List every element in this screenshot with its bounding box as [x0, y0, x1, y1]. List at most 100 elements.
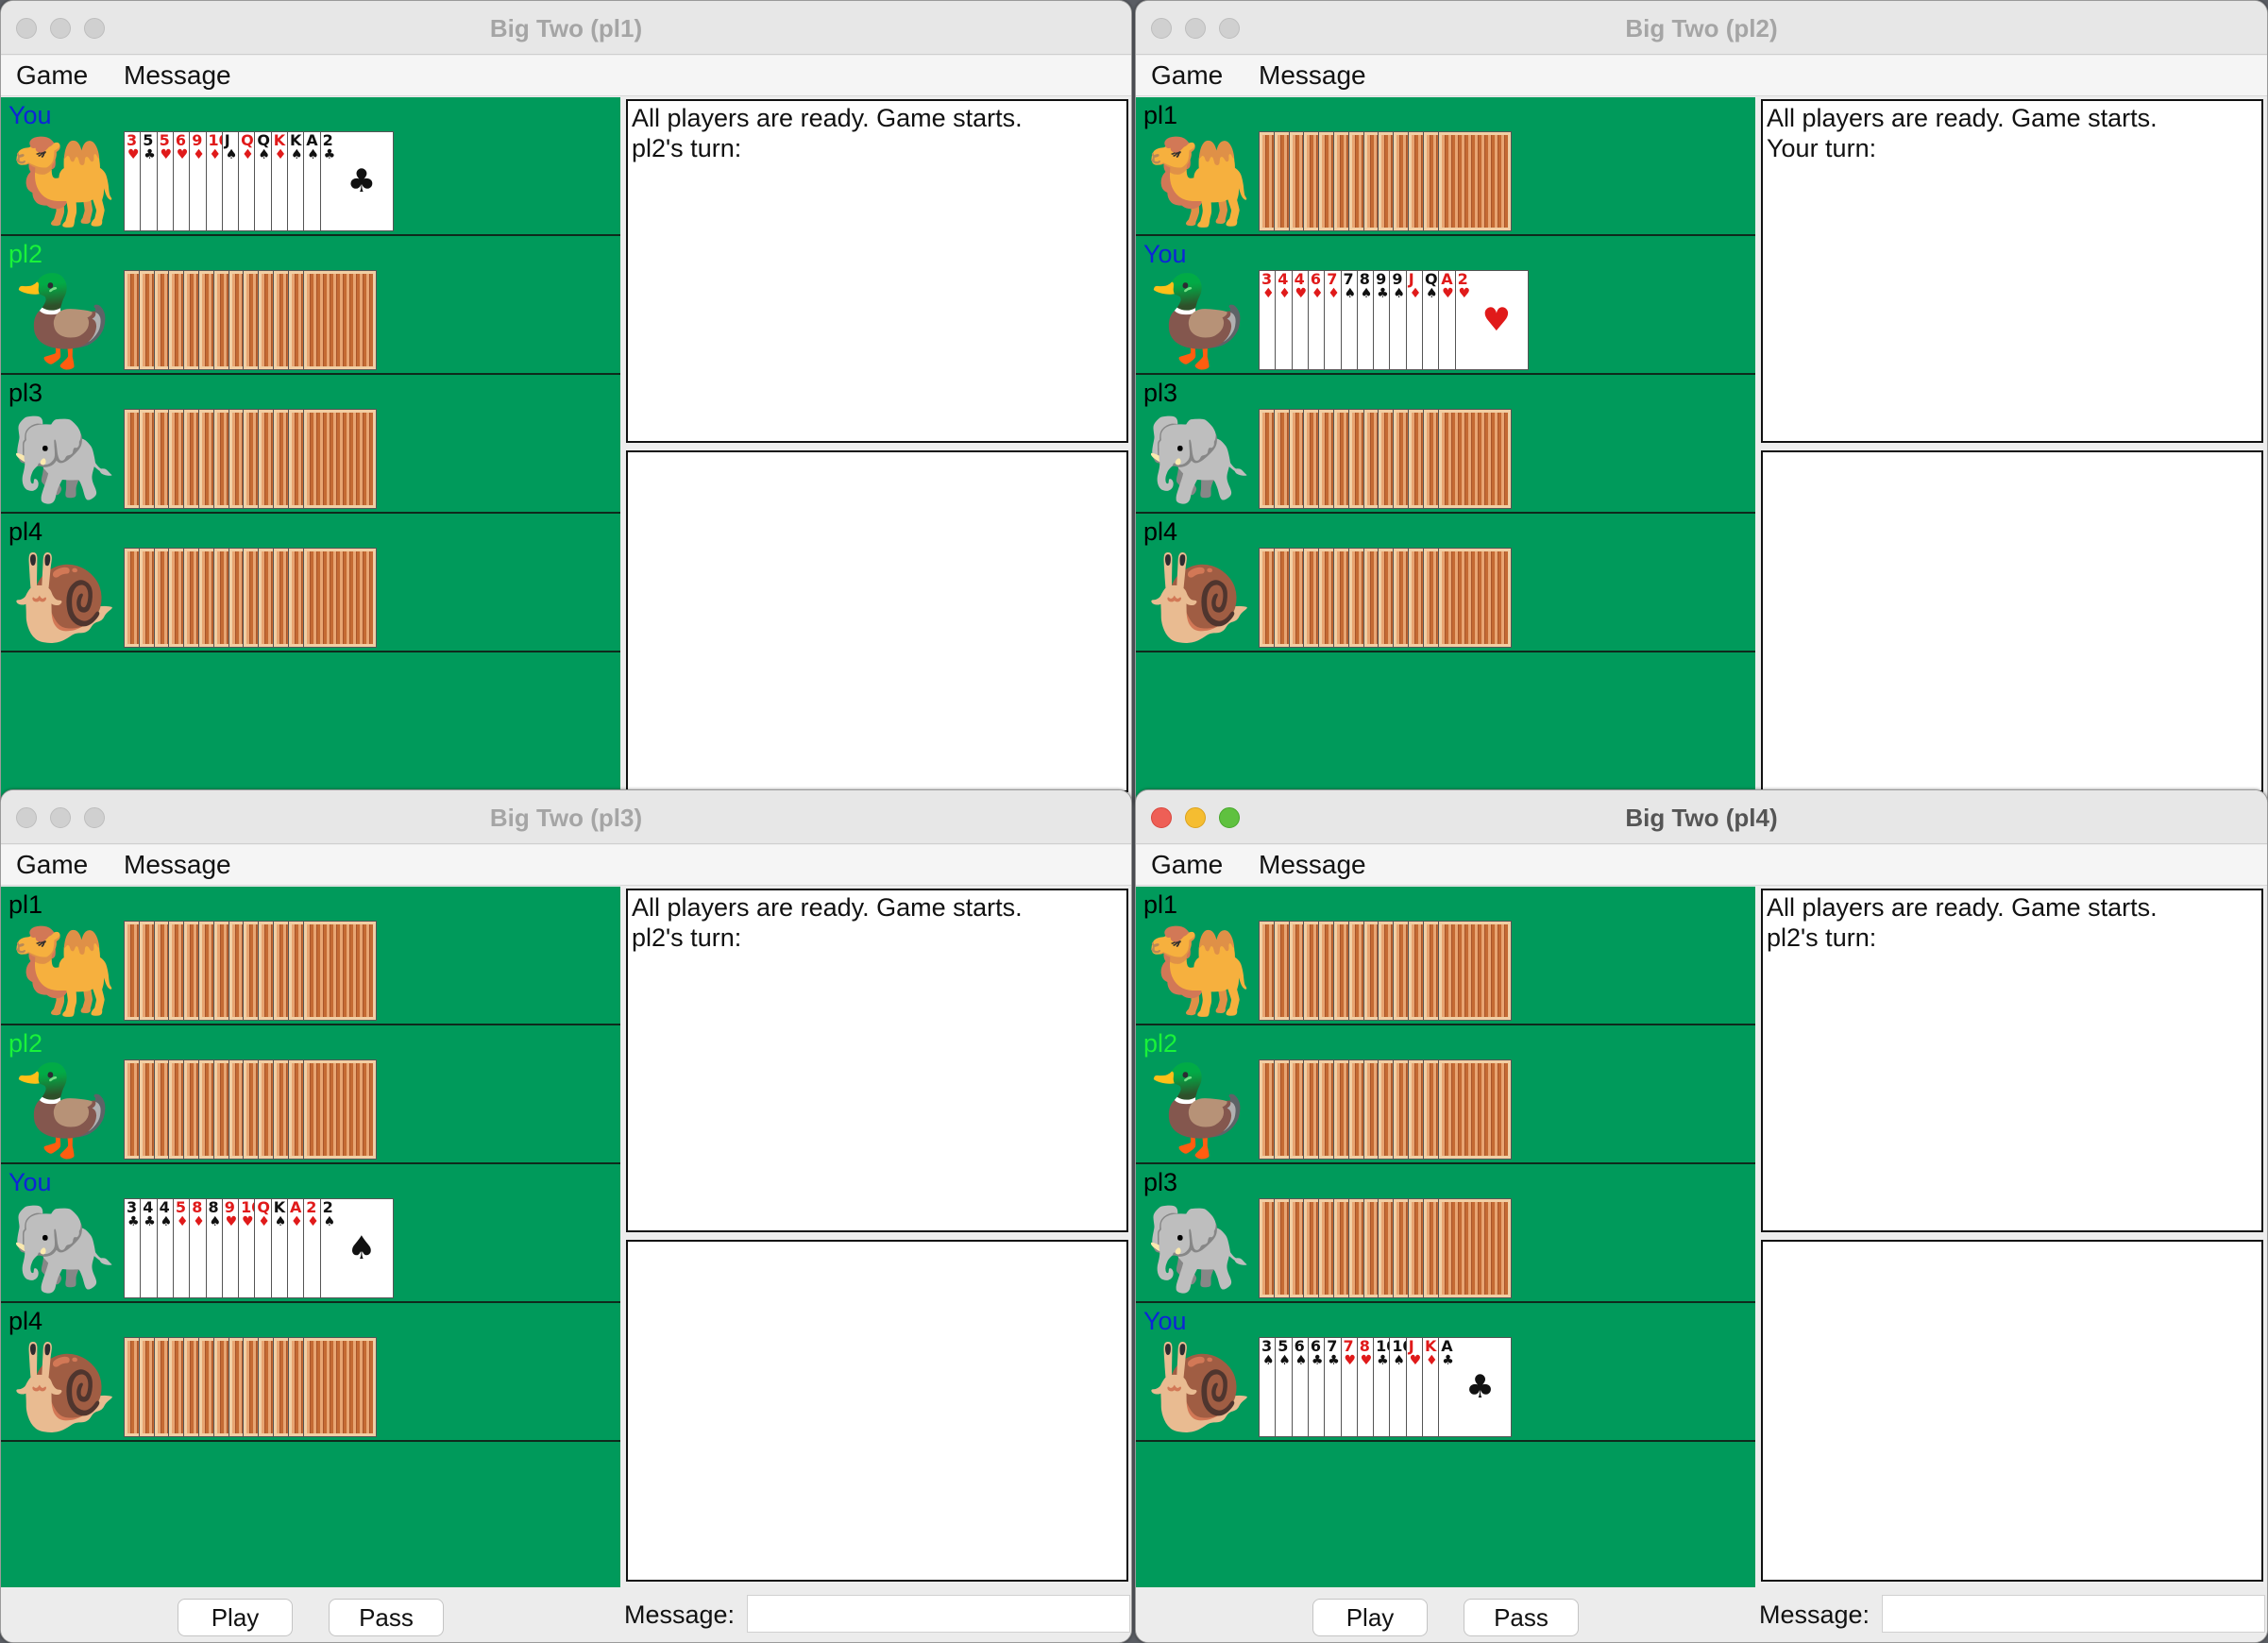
game-log: All players are ready. Game starts. Your …	[1761, 99, 2263, 443]
duck-icon: 🦆	[1144, 270, 1254, 371]
playing-card[interactable]: 2 ♣ ♣	[319, 131, 394, 231]
player-name: pl2	[8, 240, 43, 268]
game-log: All players are ready. Game starts. pl2's…	[1761, 889, 2263, 1232]
card-rank: A	[306, 131, 318, 149]
card-center-suit: ♥	[1481, 301, 1512, 339]
card-suit: ♦	[1426, 1353, 1438, 1368]
card-center-suit: ♣	[347, 162, 377, 200]
player-name: pl1	[8, 890, 43, 919]
card-suit: ♥	[160, 147, 173, 162]
card-hand	[1259, 548, 1636, 650]
playing-card[interactable]: A ♣ ♣	[1438, 1337, 1513, 1437]
window-title: Big Two (pl2)	[1625, 14, 1778, 42]
chat-area[interactable]	[1761, 1240, 2263, 1582]
card-rank: 6	[1294, 1337, 1305, 1355]
player-name: pl3	[1143, 1168, 1178, 1196]
card-rank: 8	[192, 1198, 203, 1216]
chat-area[interactable]	[626, 450, 1128, 792]
card-rank: K	[1425, 1337, 1437, 1355]
playing-card[interactable]: 2 ♠ ♠	[319, 1198, 394, 1298]
menu-game[interactable]: Game	[16, 850, 88, 880]
log-line: pl2's turn:	[632, 134, 742, 162]
menu-message[interactable]: Message	[124, 60, 231, 91]
menu-message[interactable]: Message	[1259, 60, 1366, 91]
card-rank: 5	[143, 131, 154, 149]
card-center-suit: ♣	[1465, 1368, 1495, 1406]
duck-icon: 🦆	[9, 1059, 119, 1160]
card-suit: ♥	[242, 1214, 254, 1229]
card-rank: 3	[1261, 270, 1273, 288]
card-hand	[1259, 131, 1636, 233]
card-suit: ♣	[1377, 1353, 1389, 1368]
card-rank: K	[290, 131, 302, 149]
pass-button[interactable]: Pass	[329, 1599, 444, 1636]
playing-card[interactable]: 2 ♥ ♥	[1454, 270, 1529, 370]
card-center-suit: ♠	[347, 1229, 377, 1267]
card-suit: ♣	[1311, 1353, 1324, 1368]
game-table: You 🐫 3 ♥ 5 ♣ 5 ♥ 6 ♥ 9 ♦ 10 ♦ J ♠ Q ♦ Q ♠ K ♦ K ♠ A ♠ 2 ♣ ♣ pl2 🦆 pl3 🐘…	[1, 97, 620, 811]
elephant-icon: 🐘	[9, 409, 119, 510]
card-back	[302, 1059, 377, 1160]
menu-message[interactable]: Message	[1259, 850, 1366, 880]
player-row: pl4 🐌	[1, 1303, 620, 1442]
camel-icon: 🐫	[9, 131, 119, 232]
player-name: pl1	[1143, 890, 1178, 919]
card-suit: ♠	[1393, 1353, 1405, 1368]
chat-area[interactable]	[1761, 450, 2263, 792]
title-bar[interactable]: Big Two (pl3)	[1, 790, 1131, 844]
player-name: pl1	[1143, 101, 1178, 129]
player-name: pl4	[1143, 517, 1178, 546]
title-bar[interactable]: Big Two (pl2)	[1136, 1, 2267, 55]
menu-game[interactable]: Game	[1151, 60, 1223, 91]
pass-button[interactable]: Pass	[1464, 1599, 1579, 1636]
card-suit: ♥	[1442, 286, 1454, 301]
card-suit: ♦	[209, 147, 222, 162]
chat-area[interactable]	[626, 1240, 1128, 1582]
menu-bar: Game Message	[1, 56, 1131, 96]
title-bar[interactable]: Big Two (pl4)	[1136, 790, 2267, 844]
snail-icon: 🐌	[9, 548, 119, 649]
card-back	[302, 270, 377, 370]
player-row: pl4 🐌	[1, 514, 620, 652]
card-suit: ♠	[274, 1214, 287, 1229]
card-rank: 7	[1343, 1337, 1354, 1355]
control-bar: Play Pass Message:	[1136, 1587, 2267, 1642]
title-bar[interactable]: Big Two (pl1)	[1, 1, 1131, 55]
card-suit: ♣	[1377, 286, 1389, 301]
card-suit: ♦	[193, 147, 205, 162]
card-suit: ♥	[1344, 1353, 1357, 1368]
card-back	[1437, 1059, 1512, 1160]
card-rank: 2	[322, 1198, 333, 1216]
snail-icon: 🐌	[1144, 548, 1254, 649]
card-suit: ♥	[176, 147, 189, 162]
card-suit: ♦	[1311, 286, 1324, 301]
card-hand	[1259, 409, 1636, 511]
menu-message[interactable]: Message	[124, 850, 231, 880]
card-suit: ♦	[1328, 286, 1340, 301]
card-rank: 2	[306, 1198, 317, 1216]
card-rank: K	[273, 131, 286, 149]
card-rank: Q	[257, 1198, 270, 1216]
log-line: All players are ready. Game starts.	[1767, 893, 2158, 922]
card-back	[1437, 409, 1512, 509]
player-name: pl4	[8, 1307, 43, 1335]
log-line: pl2's turn:	[632, 923, 742, 952]
card-suit: ♦	[274, 147, 287, 162]
play-button[interactable]: Play	[1312, 1599, 1428, 1636]
menu-game[interactable]: Game	[16, 60, 88, 91]
card-suit: ♠	[1262, 1353, 1275, 1368]
card-suit: ♣	[144, 1214, 156, 1229]
card-hand: 3 ♥ 5 ♣ 5 ♥ 6 ♥ 9 ♦ 10 ♦ J ♠ Q ♦ Q ♠ K ♦ K ♠ A ♠ 2 ♣ ♣	[124, 131, 501, 233]
menu-bar: Game Message	[1136, 845, 2267, 886]
card-rank: 9	[224, 1198, 235, 1216]
play-button[interactable]: Play	[178, 1599, 293, 1636]
message-input[interactable]	[1882, 1595, 2265, 1633]
window-title: Big Two (pl1)	[489, 14, 643, 42]
player-row: pl2 🦆	[1, 236, 620, 375]
menu-game[interactable]: Game	[1151, 850, 1223, 880]
card-rank: 7	[1327, 1337, 1338, 1355]
menu-bar: Game Message	[1136, 56, 2267, 96]
card-hand	[124, 1337, 501, 1439]
message-input[interactable]	[747, 1595, 1130, 1633]
card-rank: 4	[159, 1198, 170, 1216]
